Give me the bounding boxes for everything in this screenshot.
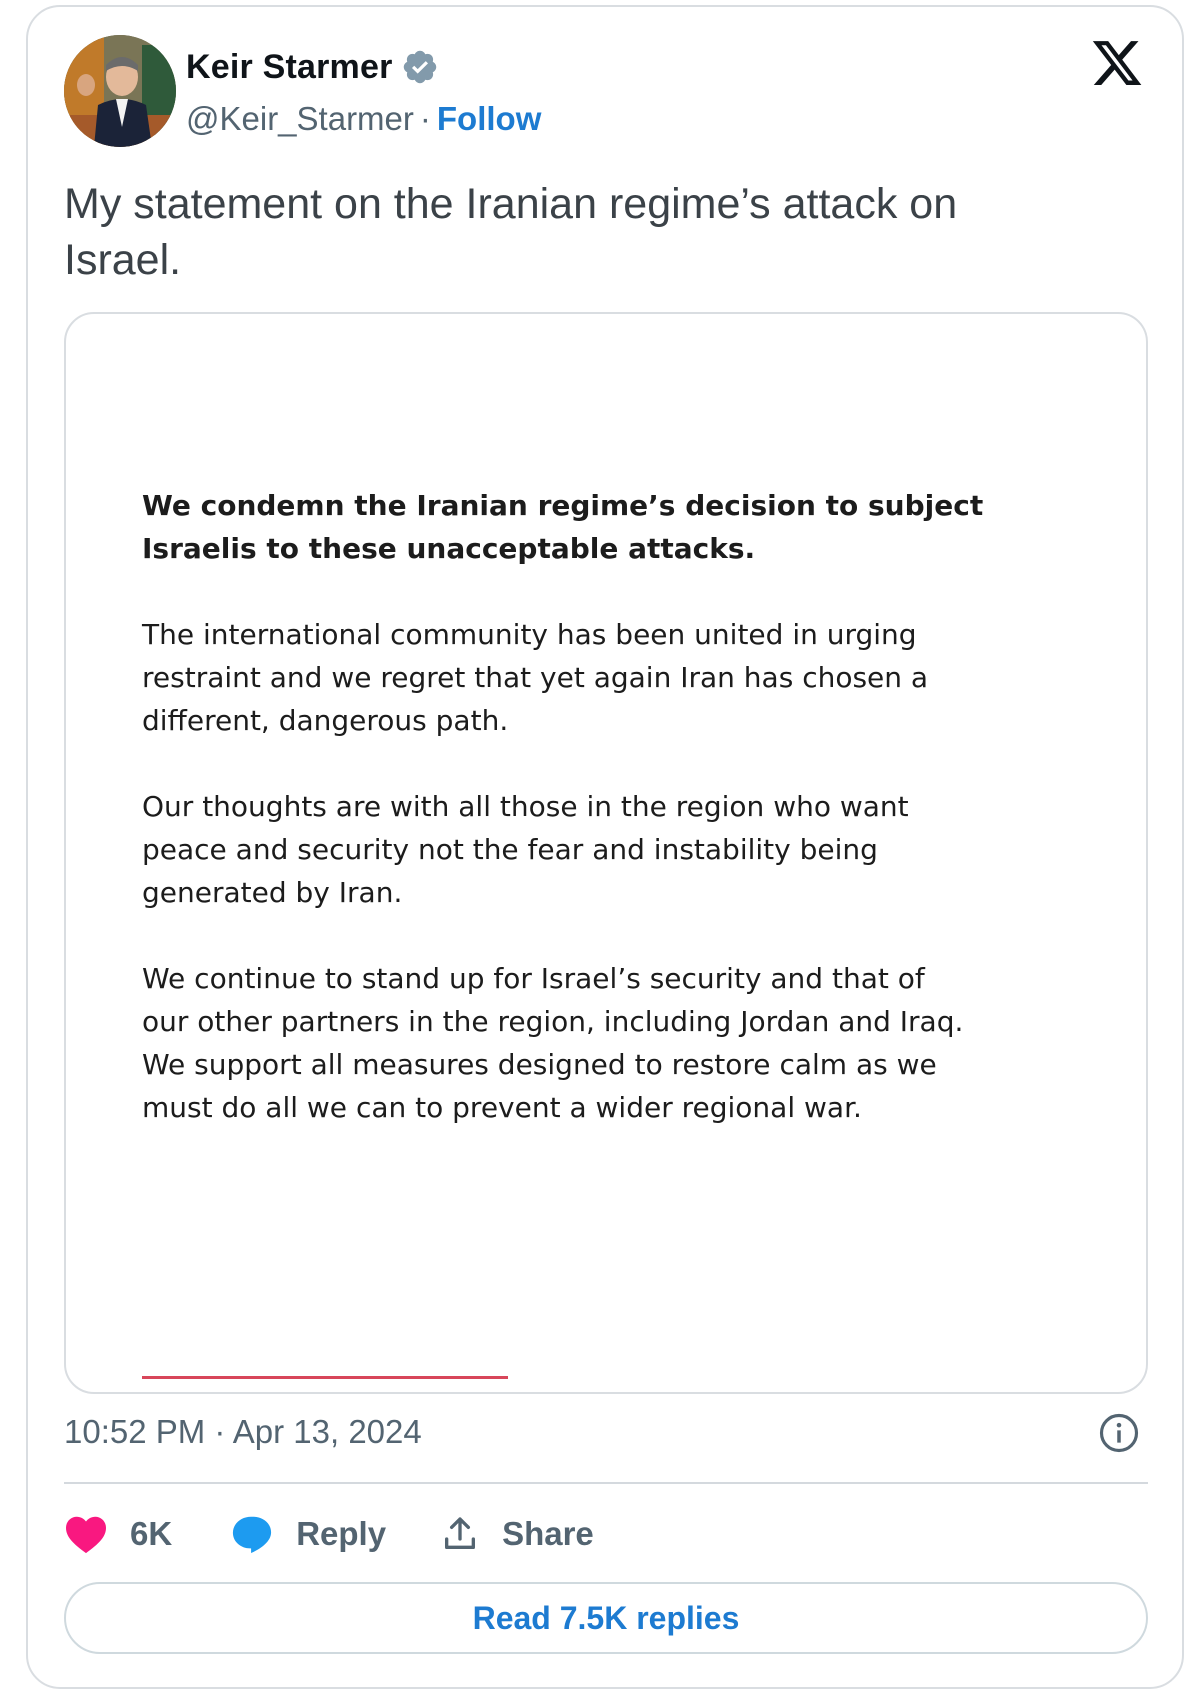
reply-label: Reply [296, 1515, 387, 1552]
tweet-text: My statement on the Iranian regime’s att… [64, 180, 958, 284]
heart-icon [64, 1514, 108, 1554]
statement-text: We condemn the Iranian regime’s decision… [142, 484, 1102, 1172]
share-button[interactable]: Share [440, 1514, 594, 1554]
x-logo-icon[interactable] [1090, 36, 1144, 90]
avatar[interactable] [64, 35, 176, 147]
like-button[interactable]: 6K [64, 1514, 172, 1554]
statement-paragraph: The international community has been uni… [142, 618, 929, 737]
author-display-name[interactable]: Keir Starmer [186, 48, 393, 87]
statement-paragraph: Our thoughts are with all those in the r… [142, 790, 909, 909]
share-upload-icon [440, 1514, 480, 1554]
follow-link[interactable]: Follow [437, 100, 541, 138]
reply-button[interactable]: Reply [230, 1514, 386, 1554]
tweet-timestamp[interactable]: 10:52 PM · Apr 13, 2024 [64, 1413, 422, 1451]
author-handle[interactable]: @Keir_Starmer [186, 100, 414, 138]
author-handle-row: @Keir_Starmer · Follow [186, 96, 541, 142]
separator-dot: · [419, 100, 431, 137]
statement-paragraph: We continue to stand up for Israel’s sec… [142, 962, 964, 1124]
like-count: 6K [130, 1515, 173, 1552]
tweet-image[interactable]: We condemn the Iranian regime’s decision… [64, 312, 1148, 1394]
info-icon[interactable] [1098, 1412, 1140, 1454]
accent-underline [142, 1376, 508, 1379]
author-name-row: Keir Starmer [186, 42, 439, 92]
read-replies-button[interactable]: Read 7.5K replies [64, 1582, 1148, 1654]
speech-bubble-icon [230, 1514, 274, 1554]
action-bar: 6K Reply Share [64, 1508, 594, 1560]
profile-photo [64, 35, 176, 147]
divider [64, 1482, 1148, 1484]
verified-badge-icon [401, 48, 439, 86]
share-label: Share [502, 1515, 594, 1552]
statement-paragraph: We condemn the Iranian regime’s decision… [142, 489, 984, 565]
